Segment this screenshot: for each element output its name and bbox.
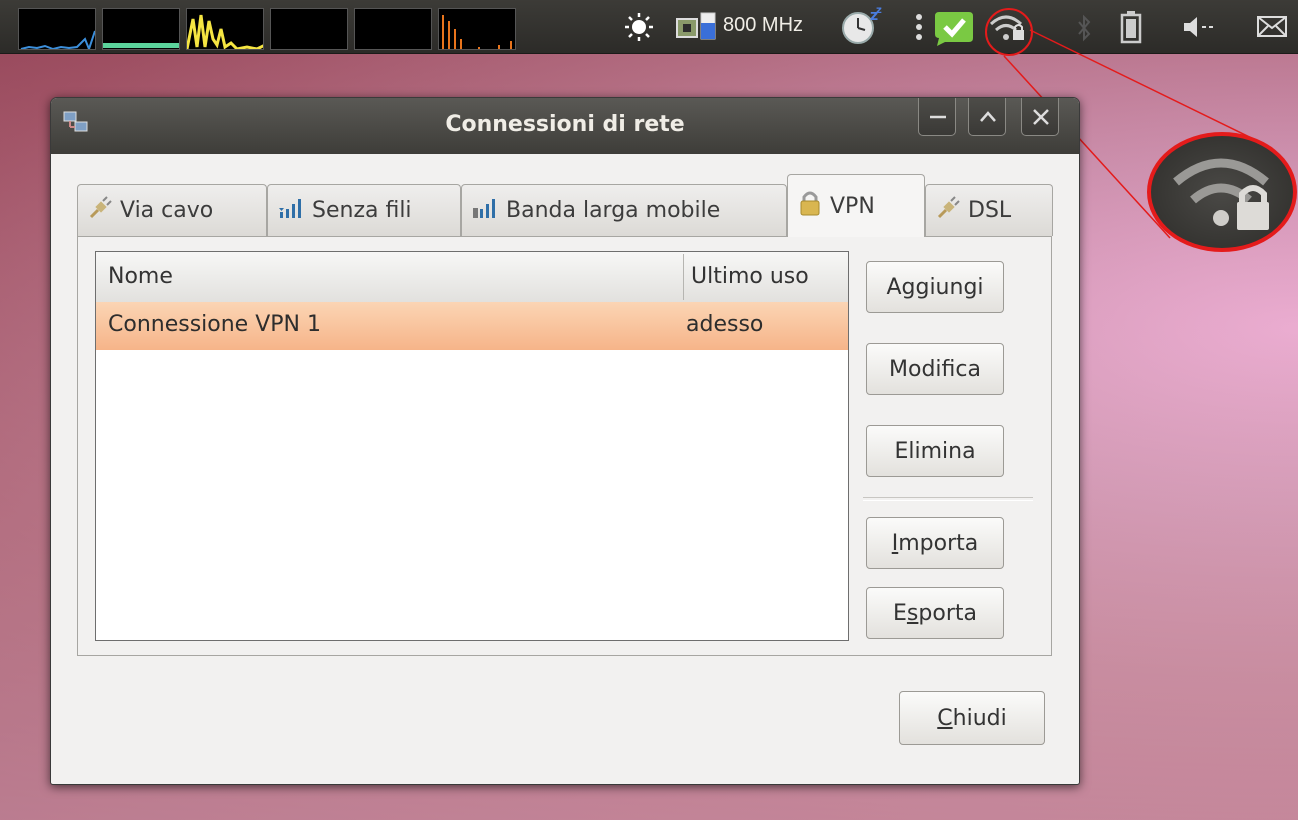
connection-name: Connessione VPN 1	[108, 312, 321, 337]
tab-label: VPN	[830, 193, 875, 219]
wired-plug-icon	[88, 195, 112, 226]
tab-label: Senza fili	[312, 198, 412, 223]
title-bar[interactable]: Connessioni di rete	[51, 98, 1079, 154]
column-header-ultimo-uso[interactable]: Ultimo uso	[691, 264, 809, 289]
add-button[interactable]: Aggiungi	[866, 261, 1004, 313]
export-mnemonic: s	[906, 600, 919, 626]
close-button[interactable]: Chiudi	[899, 691, 1045, 745]
close-window-button[interactable]	[1021, 98, 1059, 136]
delete-button[interactable]: Elimina	[866, 425, 1004, 477]
vpn-connections-list[interactable]: Nome Ultimo uso Connessione VPN 1 adesso	[95, 251, 849, 641]
tab-vpn[interactable]: VPN	[787, 174, 925, 237]
tab-via-cavo[interactable]: Via cavo	[77, 184, 267, 236]
import-button[interactable]: Importa	[866, 517, 1004, 569]
tab-senza-fili[interactable]: Senza fili	[267, 184, 461, 236]
close-label: hiudi	[952, 705, 1007, 731]
close-mnemonic: C	[937, 705, 953, 731]
tab-banda-larga-mobile[interactable]: Banda larga mobile	[461, 184, 787, 236]
mobile-broadband-icon	[472, 196, 498, 226]
zoomed-wifi-lock-icon	[1147, 132, 1297, 252]
export-button[interactable]: Es porta	[866, 587, 1004, 639]
wireless-signal-icon	[278, 196, 304, 226]
table-row[interactable]: Connessione VPN 1 adesso	[96, 302, 848, 350]
dsl-plug-icon	[936, 195, 960, 226]
column-header-nome[interactable]: Nome	[108, 264, 173, 289]
lock-icon	[798, 189, 822, 223]
maximize-button[interactable]	[968, 98, 1006, 136]
import-label: mporta	[898, 530, 979, 556]
tab-dsl[interactable]: DSL	[925, 184, 1053, 236]
export-label-start: E	[893, 600, 907, 626]
minimize-button[interactable]	[918, 98, 956, 136]
network-connections-window: Connessioni di rete Via cavo Senza fili …	[50, 97, 1080, 785]
tab-label: Banda larga mobile	[506, 198, 721, 223]
column-separator[interactable]	[683, 254, 684, 300]
export-label-end: porta	[918, 600, 977, 626]
edit-button[interactable]: Modifica	[866, 343, 1004, 395]
connection-last-used: adesso	[686, 312, 764, 337]
tab-label: DSL	[968, 198, 1012, 223]
list-header: Nome Ultimo uso	[96, 252, 848, 303]
tab-label: Via cavo	[120, 198, 214, 223]
button-separator	[863, 497, 1033, 501]
